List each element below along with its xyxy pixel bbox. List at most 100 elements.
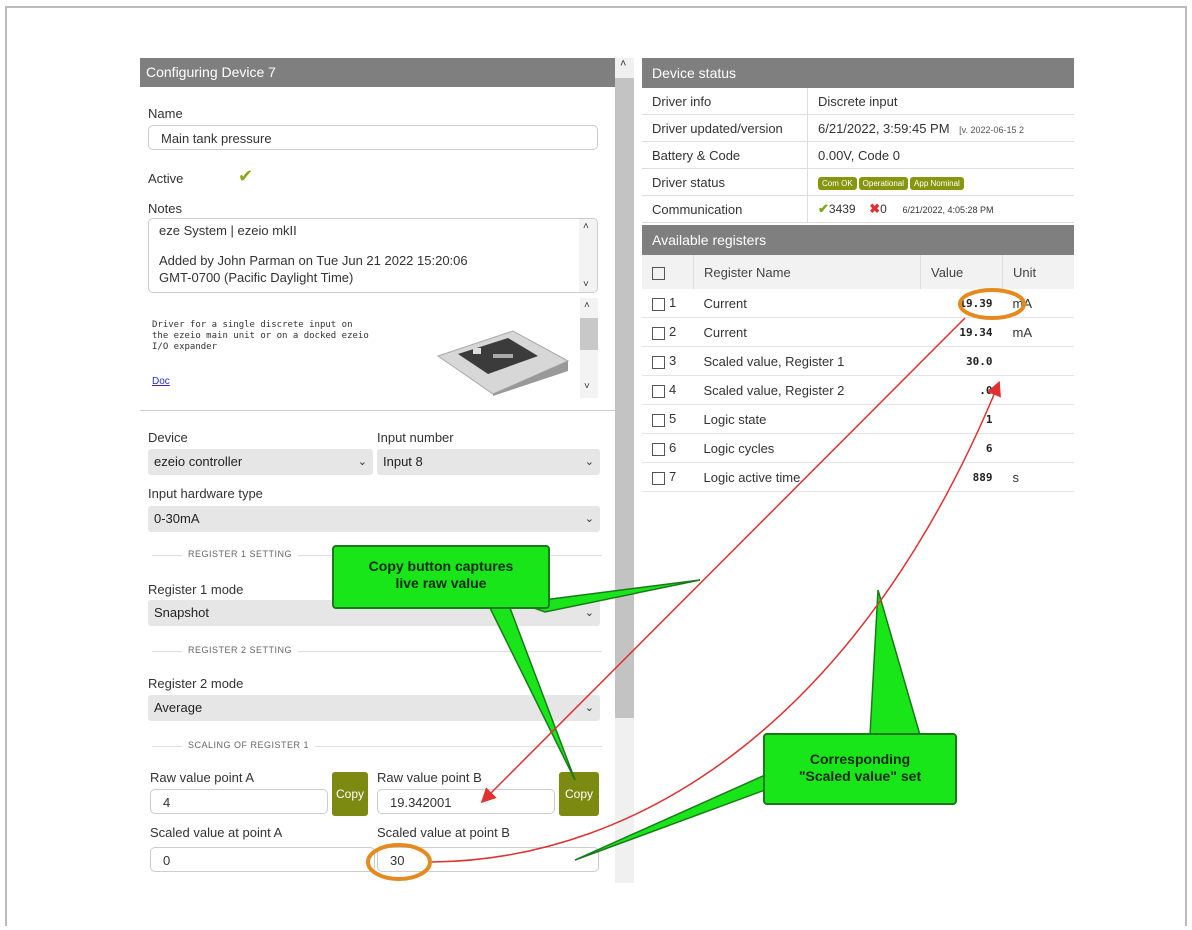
row-checkbox[interactable] [652, 471, 665, 485]
table-row[interactable]: 7 Logic active time 889 s [642, 462, 1074, 492]
registers-table: Register Name Value Unit 1 Current 19.39 mA… [642, 255, 1074, 492]
table-row[interactable]: 4 Scaled value, Register 2.0 [642, 375, 1074, 405]
status-key: Driver updated/version [642, 114, 808, 142]
row-select[interactable]: 7 [642, 462, 694, 492]
row-number: 5 [669, 411, 677, 427]
status-key: Driver status [642, 168, 808, 196]
raw-b-label: Raw value point B [377, 770, 482, 785]
register-unit [1002, 375, 1074, 405]
raw-a-input[interactable]: 4 [150, 789, 328, 814]
doc-link[interactable]: Doc [152, 376, 170, 387]
name-input[interactable]: Main tank pressure [148, 125, 598, 150]
table-row: Battery & Code 0.00V, Code 0 [642, 141, 1074, 169]
register-unit [1002, 433, 1074, 463]
reg1-mode-select-value: Snapshot [154, 605, 209, 620]
raw-a-label: Raw value point A [150, 770, 255, 785]
name-label: Name [148, 106, 183, 121]
table-row[interactable]: 2 Current 19.34 mA [642, 317, 1074, 347]
status-badges: Com OK Operational App Nominal [807, 168, 1074, 196]
status-badge: App Nominal [910, 177, 964, 190]
chevron-up-icon[interactable]: ˄ [583, 221, 589, 232]
row-checkbox[interactable] [652, 384, 665, 398]
scaling-heading: SCALING OF REGISTER 1 [182, 740, 316, 750]
register-value: 19.34 [920, 317, 1003, 347]
table-row[interactable]: 5 Logic state 1 [642, 404, 1074, 434]
register-name: Logic active time [693, 462, 921, 492]
callout-text: live raw value [395, 575, 487, 591]
device-status-title: Device status [642, 58, 1074, 88]
scaled-a-input[interactable]: 0 [150, 847, 375, 872]
status-value: 6/21/2022, 3:59:45 PM [818, 120, 950, 136]
table-row: Driver updated/version 6/21/2022, 3:59:4… [642, 114, 1074, 142]
row-number: 6 [669, 440, 677, 456]
callout-scaled-value: Corresponding "Scaled value" set [763, 733, 957, 805]
reg2-mode-label: Register 2 mode [148, 676, 244, 691]
status-value-cell: 6/21/2022, 3:59:45 PM [v. 2022-06-15 2 [807, 114, 1074, 142]
comm-timestamp: 6/21/2022, 4:05:28 PM [902, 205, 994, 215]
row-select[interactable]: 5 [642, 404, 694, 434]
scaled-b-input[interactable]: 30 [377, 847, 599, 872]
active-checkbox[interactable]: ✔ [238, 166, 253, 187]
input-number-select[interactable]: Input 8 ⌄ [377, 449, 600, 475]
chevron-down-icon[interactable]: ˅ [584, 381, 590, 392]
row-checkbox[interactable] [652, 413, 665, 427]
version-text: [v. 2022-06-15 2 [959, 124, 1025, 135]
device-status-table: Driver info Discrete input Driver update… [642, 88, 1074, 223]
reg1-mode-label: Register 1 mode [148, 582, 244, 597]
scaled-a-label: Scaled value at point A [150, 825, 283, 840]
raw-b-input[interactable]: 19.342001 [377, 789, 555, 814]
register-name: Scaled value, Register 1 [693, 346, 921, 376]
scroll-thumb[interactable] [615, 78, 634, 718]
status-value: 0.00V, Code 0 [807, 141, 1074, 169]
register-unit [1002, 404, 1074, 434]
hw-type-select[interactable]: 0-30mA ⌄ [148, 506, 600, 532]
col-header-value: Value [920, 255, 1003, 289]
chevron-up-icon[interactable]: ˄ [620, 58, 626, 70]
table-row[interactable]: 3 Scaled value, Register 1 30.0 [642, 346, 1074, 376]
device-select[interactable]: ezeio controller ⌄ [148, 449, 373, 475]
divider [140, 410, 615, 411]
select-all-header[interactable] [642, 255, 694, 289]
driver-scrollbar[interactable]: ˄ ˅ [580, 298, 598, 398]
row-checkbox[interactable] [652, 355, 665, 369]
reg2-mode-select[interactable]: Average ⌄ [148, 695, 600, 721]
row-select[interactable]: 1 [642, 289, 694, 318]
row-number: 4 [669, 382, 677, 398]
row-number: 1 [669, 295, 677, 311]
callout-copy-button: Copy button captures live raw value [332, 545, 550, 609]
input-number-select-value: Input 8 [383, 454, 423, 469]
copy-raw-a-button[interactable]: Copy [332, 772, 368, 816]
col-header-name: Register Name [693, 255, 921, 289]
select-all-checkbox[interactable] [652, 266, 665, 280]
status-badge: Com OK [818, 177, 857, 190]
left-panel-scrollbar[interactable]: ˄ [615, 58, 634, 883]
table-row[interactable]: 6 Logic cycles 6 [642, 433, 1074, 463]
reg2-setting-heading: REGISTER 2 SETTING [182, 645, 299, 655]
register-name: Logic cycles [693, 433, 921, 463]
chevron-down-icon[interactable]: ˅ [583, 279, 589, 290]
row-checkbox[interactable] [652, 442, 665, 456]
col-header-unit: Unit [1002, 255, 1074, 289]
notes-textarea[interactable]: eze System | ezeio mkII Added by John Pa… [148, 218, 598, 293]
notes-scrollbar[interactable]: ˄ ˅ [579, 219, 597, 292]
callout-text: "Scaled value" set [798, 768, 922, 784]
row-select[interactable]: 6 [642, 433, 694, 463]
active-label: Active [148, 171, 184, 186]
available-registers-title: Available registers [642, 225, 1074, 255]
scaled-b-label: Scaled value at point B [377, 825, 510, 840]
notes-label: Notes [148, 201, 182, 216]
copy-raw-b-button[interactable]: Copy [559, 772, 599, 816]
row-checkbox[interactable] [652, 326, 665, 340]
status-value: Discrete input [807, 88, 1074, 115]
row-select[interactable]: 2 [642, 317, 694, 347]
scroll-thumb[interactable] [580, 318, 598, 350]
driver-description: Driver for a single discrete input on th… [152, 320, 369, 352]
notes-line-2: Added by John Parman on Tue Jun 21 2022 … [159, 253, 468, 268]
table-row: Driver status Com OK Operational App Nomin… [642, 168, 1074, 196]
chevron-up-icon[interactable]: ˄ [584, 300, 590, 311]
row-select[interactable]: 4 [642, 375, 694, 405]
row-checkbox[interactable] [652, 297, 665, 311]
table-row[interactable]: 1 Current 19.39 mA [642, 289, 1074, 318]
row-select[interactable]: 3 [642, 346, 694, 376]
status-key: Communication [642, 195, 808, 223]
